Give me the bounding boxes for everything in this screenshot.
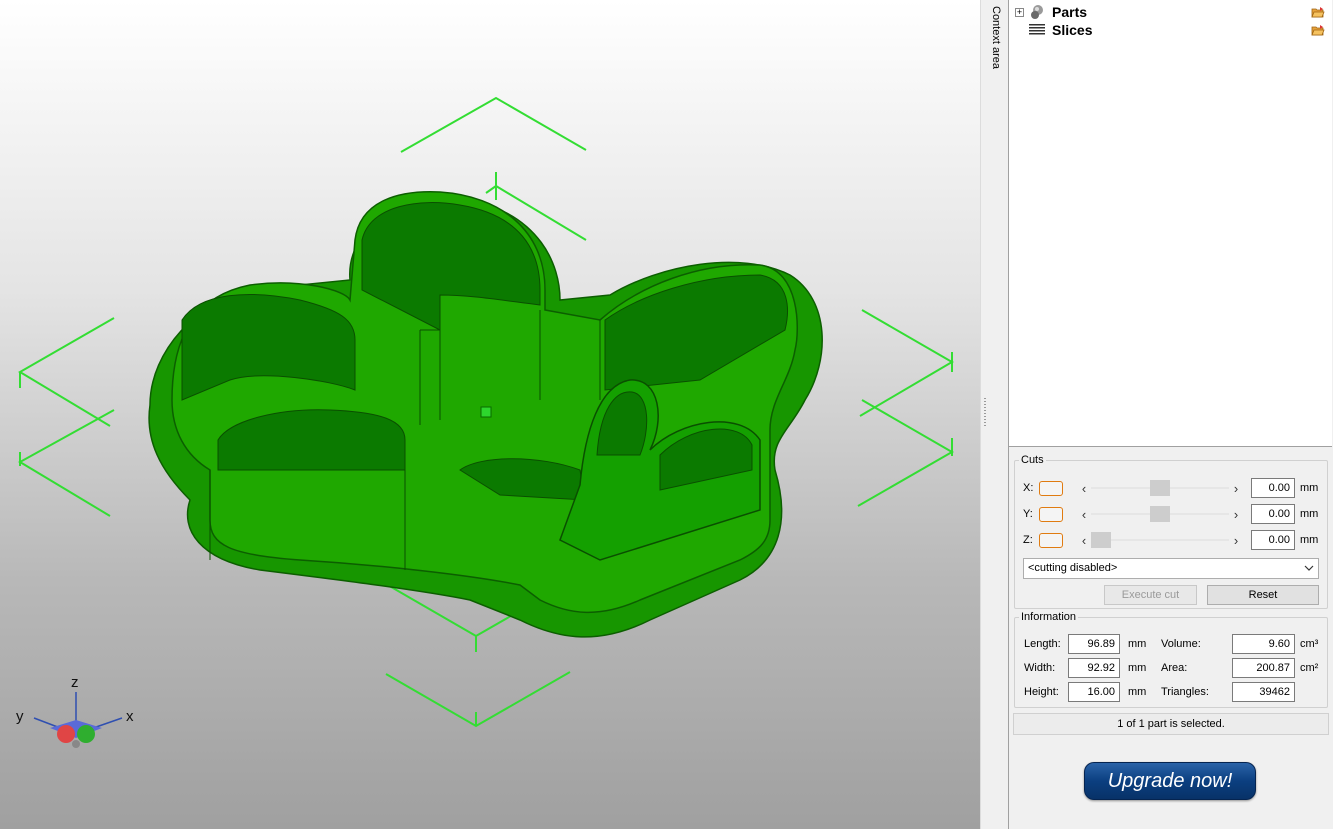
cut-slider-x[interactable]: ‹ › (1077, 479, 1243, 497)
cookie-cutter-model[interactable] (148, 191, 823, 638)
volume-unit: cm³ (1300, 638, 1319, 650)
open-folder-icon[interactable] (1311, 24, 1325, 36)
tree-item-slices[interactable]: Slices (1015, 21, 1325, 39)
chevron-right-icon[interactable]: › (1229, 533, 1243, 548)
cut-axis-label: Y: (1023, 508, 1033, 520)
cut-slider-y[interactable]: ‹ › (1077, 505, 1243, 523)
height-label: Height: (1024, 686, 1059, 698)
volume-label: Volume: (1161, 638, 1201, 650)
slider-thumb[interactable] (1150, 506, 1170, 522)
area-value: 200.87 (1232, 658, 1295, 678)
cut-plane-color-swatch[interactable] (1039, 506, 1063, 522)
slider-thumb[interactable] (1091, 532, 1111, 548)
tree-item-parts[interactable]: + Parts (1015, 3, 1325, 21)
cut-unit: mm (1300, 508, 1319, 520)
cut-value-y[interactable]: 0.00 (1251, 504, 1295, 524)
length-unit: mm (1128, 638, 1147, 650)
information-title: Information (1021, 611, 1077, 623)
axis-x-label: x (126, 708, 134, 725)
cut-value-z[interactable]: 0.00 (1251, 530, 1295, 550)
cut-value-x[interactable]: 0.00 (1251, 478, 1295, 498)
reset-button[interactable]: Reset (1207, 585, 1319, 605)
cuts-title: Cuts (1021, 454, 1044, 466)
chevron-left-icon[interactable]: ‹ (1077, 481, 1091, 496)
selection-status: 1 of 1 part is selected. (1013, 713, 1329, 735)
chevron-right-icon[interactable]: › (1229, 481, 1243, 496)
height-unit: mm (1128, 686, 1147, 698)
axis-y-label: y (16, 708, 24, 725)
cut-slider-z[interactable]: ‹ › (1077, 531, 1243, 549)
context-area-label: Context area (990, 6, 1002, 69)
cut-axis-label: X: (1023, 482, 1034, 494)
width-unit: mm (1128, 662, 1147, 674)
axis-z-label: z (71, 674, 79, 691)
side-panel: + Parts Slices Cuts X: ‹ › 0.00 mm Y: ‹ … (1008, 0, 1333, 829)
splitter-grip[interactable] (984, 398, 986, 428)
model-scene[interactable] (0, 0, 980, 829)
chevron-left-icon[interactable]: ‹ (1077, 507, 1091, 522)
cut-axis-label: Z: (1023, 534, 1033, 546)
area-unit: cm² (1300, 662, 1319, 674)
triangles-value: 39462 (1232, 682, 1295, 702)
chevron-left-icon[interactable]: ‹ (1077, 533, 1091, 548)
volume-value: 9.60 (1232, 634, 1295, 654)
triangles-label: Triangles: (1161, 686, 1209, 698)
width-value: 92.92 (1068, 658, 1120, 678)
tree-item-label: Slices (1052, 22, 1093, 38)
slices-icon (1028, 22, 1046, 38)
panel-splitter[interactable] (980, 0, 988, 829)
cut-mode-select[interactable]: <cutting disabled> (1023, 558, 1319, 579)
tree-item-label: Parts (1052, 4, 1088, 20)
axis-orientation-gizmo: z y x (10, 672, 140, 762)
cut-row-y: Y: ‹ › 0.00 mm (1023, 504, 1318, 524)
cut-row-z: Z: ‹ › 0.00 mm (1023, 530, 1318, 550)
upgrade-button[interactable]: Upgrade now! (1084, 762, 1256, 800)
length-value: 96.89 (1068, 634, 1120, 654)
cut-mode-value: <cutting disabled> (1028, 562, 1118, 574)
width-label: Width: (1024, 662, 1056, 674)
slider-thumb[interactable] (1150, 480, 1170, 496)
3d-viewport[interactable]: z y x (0, 0, 980, 829)
area-label: Area: (1161, 662, 1188, 674)
cut-plane-color-swatch[interactable] (1039, 480, 1063, 496)
cut-row-x: X: ‹ › 0.00 mm (1023, 478, 1318, 498)
expand-toggle[interactable]: + (1015, 7, 1024, 17)
chevron-right-icon[interactable]: › (1229, 507, 1243, 522)
object-tree[interactable]: + Parts Slices (1009, 0, 1332, 447)
execute-cut-button[interactable]: Execute cut (1104, 585, 1197, 605)
cut-plane-color-swatch[interactable] (1039, 532, 1063, 548)
chevron-down-icon (1304, 559, 1314, 585)
cut-unit: mm (1300, 534, 1319, 546)
length-label: Length: (1024, 638, 1061, 650)
open-folder-icon[interactable] (1311, 6, 1325, 18)
context-area-strip[interactable]: Context area (988, 0, 1008, 829)
cut-unit: mm (1300, 482, 1319, 494)
parts-icon (1028, 4, 1046, 20)
height-value: 16.00 (1068, 682, 1120, 702)
